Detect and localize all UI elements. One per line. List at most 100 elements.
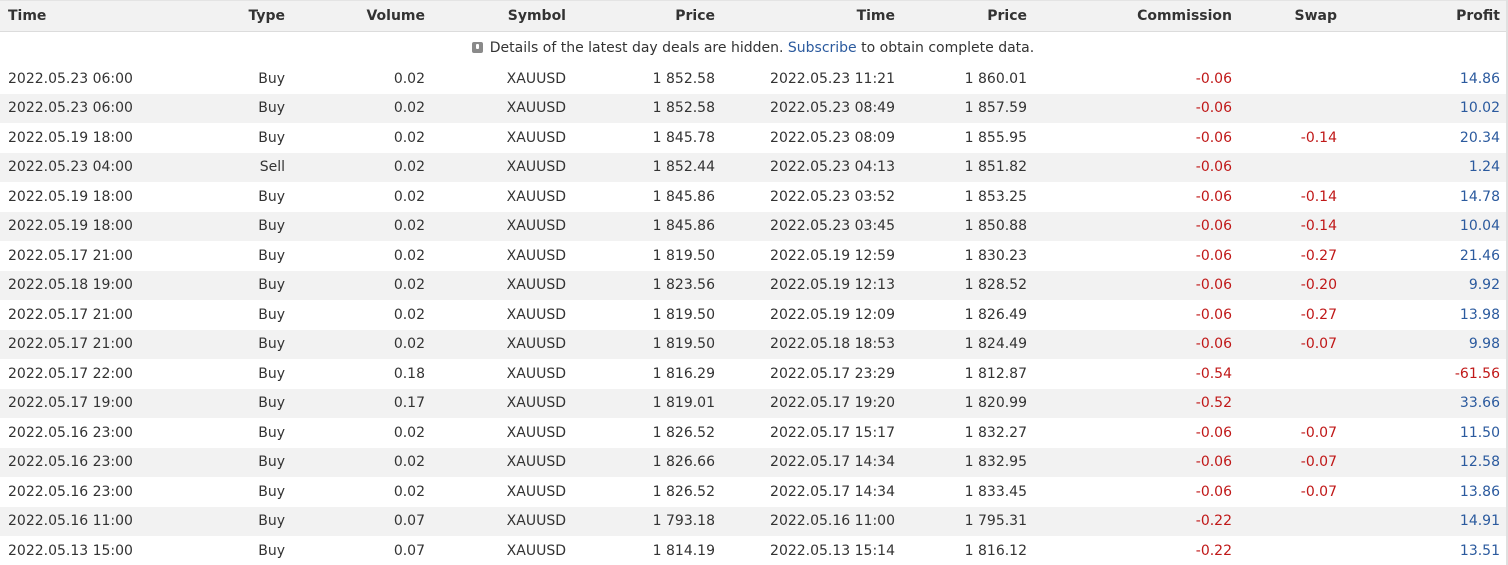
- table-row[interactable]: 2022.05.17 21:00 Buy 0.02 XAUUSD 1 819.50 202…: [0, 300, 1506, 330]
- cell-volume: 0.07: [393, 513, 425, 530]
- cell-swap: -0.07: [1300, 483, 1337, 500]
- cell-swap: -0.14: [1300, 218, 1337, 235]
- table-row[interactable]: 2022.05.17 22:00 Buy 0.18 XAUUSD 1 816.29 202…: [0, 359, 1506, 389]
- header-volume[interactable]: Volume: [285, 0, 425, 32]
- header-open-price[interactable]: Price: [566, 0, 715, 32]
- cell-close-time: 2022.05.23 03:45: [770, 218, 895, 235]
- hidden-deals-notice: Details of the latest day deals are hidd…: [0, 31, 1506, 64]
- cell-commission: -0.22: [1195, 513, 1232, 530]
- cell-close-time: 2022.05.17 14:34: [770, 483, 895, 500]
- cell-open-time: 2022.05.17 21:00: [8, 247, 133, 264]
- cell-close-time: 2022.05.17 14:34: [770, 454, 895, 471]
- cell-swap: -0.07: [1300, 336, 1337, 353]
- cell-close-time: 2022.05.23 04:13: [770, 159, 895, 176]
- cell-volume: 0.02: [393, 218, 425, 235]
- cell-open-time: 2022.05.16 11:00: [8, 513, 133, 530]
- cell-close-time: 2022.05.19 12:09: [770, 306, 895, 323]
- cell-profit: 13.98: [1459, 306, 1500, 323]
- table-row[interactable]: 2022.05.17 19:00 Buy 0.17 XAUUSD 1 819.01 202…: [0, 388, 1506, 419]
- table-row[interactable]: 2022.05.23 06:00 Buy 0.02 XAUUSD 1 852.58 202…: [0, 93, 1506, 123]
- cell-close-price: 1 833.45: [964, 483, 1027, 500]
- table-row[interactable]: 2022.05.19 18:00 Buy 0.02 XAUUSD 1 845.86 202…: [0, 182, 1506, 212]
- cell-profit: 14.86: [1459, 70, 1500, 87]
- cell-swap: [1232, 359, 1337, 389]
- cell-open-time: 2022.05.23 06:00: [8, 100, 133, 117]
- table-row[interactable]: 2022.05.19 18:00 Buy 0.02 XAUUSD 1 845.78 202…: [0, 123, 1506, 153]
- cell-open-price: 1 845.86: [652, 188, 715, 205]
- header-symbol[interactable]: Symbol: [425, 0, 566, 32]
- table-row[interactable]: 2022.05.16 23:00 Buy 0.02 XAUUSD 1 826.52 202…: [0, 418, 1506, 448]
- cell-open-price: 1 852.58: [652, 100, 715, 117]
- header-profit[interactable]: Profit: [1337, 0, 1506, 32]
- cell-swap: -0.07: [1300, 454, 1337, 471]
- cell-profit: 1.24: [1468, 159, 1500, 176]
- header-commission[interactable]: Commission: [1027, 0, 1232, 32]
- cell-type: Buy: [258, 365, 285, 382]
- header-swap[interactable]: Swap: [1232, 0, 1337, 32]
- cell-profit: 10.04: [1459, 218, 1500, 235]
- header-close-price[interactable]: Price: [895, 0, 1027, 32]
- cell-swap: [1232, 536, 1337, 565]
- cell-close-price: 1 832.95: [964, 454, 1027, 471]
- cell-close-time: 2022.05.23 08:49: [770, 100, 895, 117]
- cell-commission: -0.06: [1195, 218, 1232, 235]
- cell-swap: [1232, 64, 1337, 94]
- cell-symbol: XAUUSD: [506, 424, 566, 441]
- header-type[interactable]: Type: [170, 0, 285, 32]
- table-row[interactable]: 2022.05.23 04:00 Sell 0.02 XAUUSD 1 852.44 20…: [0, 152, 1506, 182]
- cell-volume: 0.02: [393, 454, 425, 471]
- header-close-time[interactable]: Time: [715, 0, 895, 32]
- table-row[interactable]: 2022.05.17 21:00 Buy 0.02 XAUUSD 1 819.50 202…: [0, 241, 1506, 271]
- cell-open-price: 1 819.01: [652, 395, 715, 412]
- table-row[interactable]: 2022.05.17 21:00 Buy 0.02 XAUUSD 1 819.50 202…: [0, 329, 1506, 359]
- cell-open-time: 2022.05.19 18:00: [8, 188, 133, 205]
- cell-close-price: 1 850.88: [964, 218, 1027, 235]
- cell-type: Buy: [258, 424, 285, 441]
- table-row[interactable]: 2022.05.13 15:00 Buy 0.07 XAUUSD 1 814.19 202…: [0, 536, 1506, 565]
- cell-type: Buy: [258, 542, 285, 559]
- cell-type: Buy: [258, 306, 285, 323]
- table-header-row: Time Type Volume Symbol Price Time Price…: [0, 0, 1506, 32]
- cell-profit: 9.92: [1468, 277, 1500, 294]
- cell-volume: 0.02: [393, 424, 425, 441]
- cell-symbol: XAUUSD: [506, 277, 566, 294]
- cell-swap: -0.27: [1300, 306, 1337, 323]
- cell-close-time: 2022.05.17 23:29: [770, 365, 895, 382]
- trade-history-panel: Time Type Volume Symbol Price Time Price…: [0, 0, 1508, 565]
- cell-commission: -0.06: [1195, 188, 1232, 205]
- cell-symbol: XAUUSD: [506, 129, 566, 146]
- cell-close-price: 1 816.12: [964, 542, 1027, 559]
- cell-profit: 9.98: [1468, 336, 1500, 353]
- cell-swap: [1232, 389, 1337, 419]
- cell-swap: -0.07: [1300, 424, 1337, 441]
- cell-symbol: XAUUSD: [506, 218, 566, 235]
- table-row[interactable]: 2022.05.23 06:00 Buy 0.02 XAUUSD 1 852.58 202…: [0, 64, 1506, 94]
- cell-profit: 13.51: [1459, 542, 1500, 559]
- header-open-time[interactable]: Time: [0, 0, 170, 32]
- table-row[interactable]: 2022.05.16 23:00 Buy 0.02 XAUUSD 1 826.66 202…: [0, 447, 1506, 477]
- cell-commission: -0.06: [1195, 247, 1232, 264]
- cell-close-price: 1 851.82: [964, 159, 1027, 176]
- cell-close-price: 1 830.23: [964, 247, 1027, 264]
- subscribe-link[interactable]: Subscribe: [788, 40, 857, 56]
- cell-open-price: 1 819.50: [652, 306, 715, 323]
- cell-volume: 0.02: [393, 70, 425, 87]
- cell-commission: -0.22: [1195, 542, 1232, 559]
- cell-open-time: 2022.05.17 22:00: [8, 365, 133, 382]
- cell-open-price: 1 826.66: [652, 454, 715, 471]
- cell-volume: 0.17: [393, 395, 425, 412]
- cell-profit: 13.86: [1459, 483, 1500, 500]
- cell-volume: 0.02: [393, 336, 425, 353]
- cell-commission: -0.06: [1195, 159, 1232, 176]
- cell-symbol: XAUUSD: [506, 70, 566, 87]
- cell-swap: -0.20: [1300, 277, 1337, 294]
- table-row[interactable]: 2022.05.16 11:00 Buy 0.07 XAUUSD 1 793.18 202…: [0, 506, 1506, 536]
- table-row[interactable]: 2022.05.18 19:00 Buy 0.02 XAUUSD 1 823.56 202…: [0, 270, 1506, 300]
- cell-commission: -0.06: [1195, 483, 1232, 500]
- cell-profit: 21.46: [1459, 247, 1500, 264]
- cell-open-time: 2022.05.17 19:00: [8, 395, 133, 412]
- cell-open-price: 1 852.44: [652, 159, 715, 176]
- table-row[interactable]: 2022.05.16 23:00 Buy 0.02 XAUUSD 1 826.52 202…: [0, 477, 1506, 507]
- cell-volume: 0.02: [393, 129, 425, 146]
- table-row[interactable]: 2022.05.19 18:00 Buy 0.02 XAUUSD 1 845.86 202…: [0, 211, 1506, 241]
